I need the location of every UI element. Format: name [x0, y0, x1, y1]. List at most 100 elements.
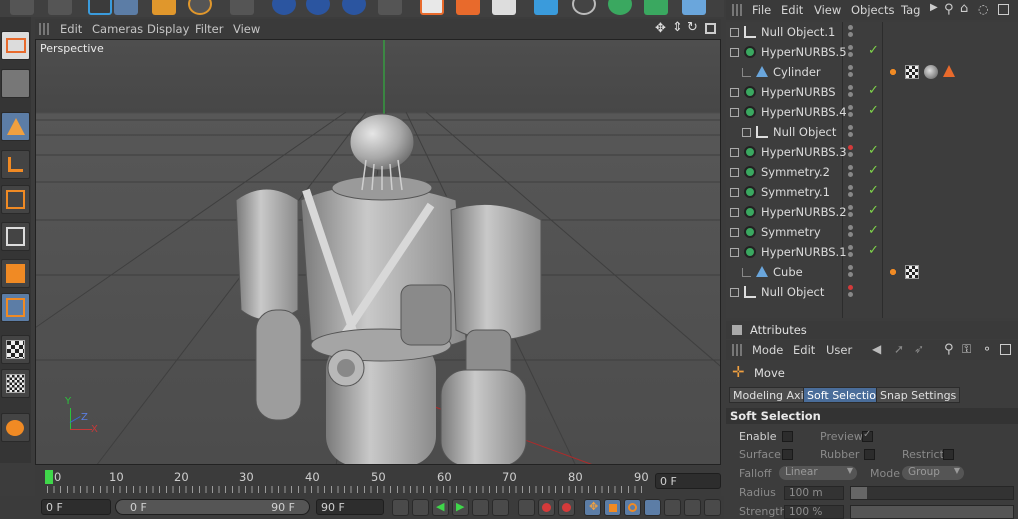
mode-dropdown[interactable]: Group ▼ [902, 466, 964, 480]
tab-soft-selection[interactable]: Soft Selection [803, 387, 887, 403]
visibility-dots-icon[interactable] [848, 285, 854, 299]
strength-field[interactable]: 100 % [784, 505, 844, 519]
expand-toggle-icon[interactable] [730, 288, 739, 297]
object-axis-icon[interactable] [1, 150, 30, 179]
enabled-check-icon[interactable]: ✓ [868, 223, 879, 238]
om-menu-edit[interactable]: Edit [781, 3, 803, 17]
object-row[interactable]: Null Object [726, 122, 1018, 142]
visibility-dots-icon[interactable] [848, 125, 854, 139]
enabled-check-icon[interactable]: ✓ [868, 243, 879, 258]
object-name[interactable]: Null Object.1 [761, 25, 835, 39]
phong-tag-icon[interactable] [886, 65, 900, 79]
spline-object-icon[interactable] [572, 0, 596, 15]
am-lock-icon[interactable]: ⚿ [962, 342, 971, 357]
am-new-window-icon[interactable] [1000, 344, 1011, 355]
om-menu-tags[interactable]: Tag [901, 3, 920, 17]
move-tool-icon[interactable] [114, 0, 138, 15]
texture-axis-icon[interactable] [1, 369, 30, 398]
expand-toggle-icon[interactable] [730, 88, 739, 97]
forward-arrow-icon[interactable]: ➶ [914, 342, 924, 356]
om-search-icon[interactable]: ⚲ [944, 2, 954, 17]
rotate-view-icon[interactable]: ↻ [687, 20, 698, 35]
object-row[interactable]: HyperNURBS.2 ✓ [726, 202, 1018, 222]
visibility-dots-icon[interactable] [848, 65, 854, 79]
radius-slider-knob[interactable] [851, 487, 867, 499]
timeline-settings-icon[interactable] [684, 499, 701, 516]
om-new-window-icon[interactable] [998, 4, 1009, 15]
visibility-dots-icon[interactable] [848, 85, 854, 99]
world-coordinates-icon[interactable] [378, 0, 402, 15]
strength-slider[interactable] [850, 505, 1014, 519]
enabled-check-icon[interactable]: ✓ [868, 183, 879, 198]
scale-key-icon[interactable] [604, 499, 621, 516]
scale-tool-icon[interactable] [152, 0, 176, 15]
next-key-icon[interactable] [472, 499, 489, 516]
polygons-mode-icon[interactable] [1, 259, 30, 288]
object-row[interactable]: HyperNURBS ✓ [726, 82, 1018, 102]
object-row[interactable]: HyperNURBS.1 ✓ [726, 242, 1018, 262]
am-menu-user[interactable]: User [826, 343, 852, 357]
array-object-icon[interactable] [644, 0, 668, 15]
expand-toggle-icon[interactable] [730, 228, 739, 237]
start-frame-field[interactable]: 0 F [41, 499, 111, 515]
model-mode-icon[interactable] [1, 112, 30, 141]
go-to-start-icon[interactable] [392, 499, 409, 516]
object-row[interactable]: Symmetry.1 ✓ [726, 182, 1018, 202]
viewport-menu-cameras[interactable]: Cameras [92, 22, 143, 36]
record-keys-icon[interactable] [518, 499, 535, 516]
deformer-icon[interactable] [682, 0, 706, 15]
enabled-check-icon[interactable]: ✓ [868, 103, 879, 118]
object-name[interactable]: Cube [773, 265, 803, 279]
object-row[interactable]: Symmetry ✓ [726, 222, 1018, 242]
visibility-dots-icon[interactable] [848, 45, 854, 59]
rotate-tool-icon[interactable] [188, 0, 212, 15]
rotation-key-icon[interactable] [624, 499, 641, 516]
visibility-dots-icon[interactable] [848, 185, 854, 199]
om-menu-file[interactable]: File [752, 3, 771, 17]
rubber-checkbox[interactable] [864, 449, 875, 460]
visibility-dots-icon[interactable] [848, 25, 854, 39]
enabled-check-icon[interactable]: ✓ [868, 83, 879, 98]
object-name[interactable]: HyperNURBS.3 [761, 145, 847, 159]
enabled-check-icon[interactable]: ✓ [868, 43, 879, 58]
checker-material-tag-icon[interactable] [905, 65, 919, 79]
viewport-menu-filter[interactable]: Filter [195, 22, 223, 36]
visibility-dots-icon[interactable] [848, 105, 854, 119]
coordinate-system-icon[interactable] [230, 0, 254, 15]
up-arrow-icon[interactable]: ➚ [894, 342, 904, 356]
expand-toggle-icon[interactable] [742, 68, 751, 77]
parameter-key-icon[interactable] [644, 499, 661, 516]
radius-slider[interactable] [850, 486, 1014, 500]
am-menu-mode[interactable]: Mode [752, 343, 783, 357]
object-row[interactable]: HyperNURBS.4 ✓ [726, 102, 1018, 122]
visibility-dots-icon[interactable] [848, 205, 854, 219]
am-search-icon[interactable]: ⚲ [944, 342, 954, 357]
uv-polygons-mode-icon[interactable] [1, 335, 30, 364]
x-axis-lock-icon[interactable] [272, 0, 296, 15]
cone-tag-icon[interactable] [943, 65, 955, 77]
radius-field[interactable]: 100 m [784, 486, 844, 500]
current-frame-field[interactable]: 0 F [655, 473, 721, 489]
texture-mode-icon[interactable] [1, 69, 30, 98]
object-row[interactable]: HyperNURBS.3 ✓ [726, 142, 1018, 162]
visibility-dots-icon[interactable] [848, 145, 854, 159]
render-picture-viewer-icon[interactable] [456, 0, 480, 15]
edges-mode-icon[interactable] [1, 222, 30, 251]
points-mode-icon[interactable] [1, 185, 30, 214]
expand-toggle-icon[interactable] [730, 208, 739, 217]
point-level-animation-icon[interactable] [664, 499, 681, 516]
object-name[interactable]: HyperNURBS.5 [761, 45, 847, 59]
falloff-dropdown[interactable]: Linear ▼ [779, 466, 857, 480]
preview-checkbox[interactable]: ✓ [862, 429, 873, 442]
expand-toggle-icon[interactable] [742, 128, 751, 137]
previous-key-icon[interactable] [412, 499, 429, 516]
object-row[interactable]: HyperNURBS.5 ✓ [726, 42, 1018, 62]
object-row[interactable]: Symmetry.2 ✓ [726, 162, 1018, 182]
phong-tag-icon[interactable] [886, 265, 900, 279]
visibility-dots-icon[interactable] [848, 165, 854, 179]
object-name[interactable]: HyperNURBS.2 [761, 205, 847, 219]
zoom-view-icon[interactable]: ⇕ [672, 20, 683, 35]
undo-icon[interactable] [10, 0, 34, 15]
om-home-icon[interactable]: ⌂ [960, 1, 968, 16]
toggle-view-icon[interactable] [705, 23, 716, 34]
